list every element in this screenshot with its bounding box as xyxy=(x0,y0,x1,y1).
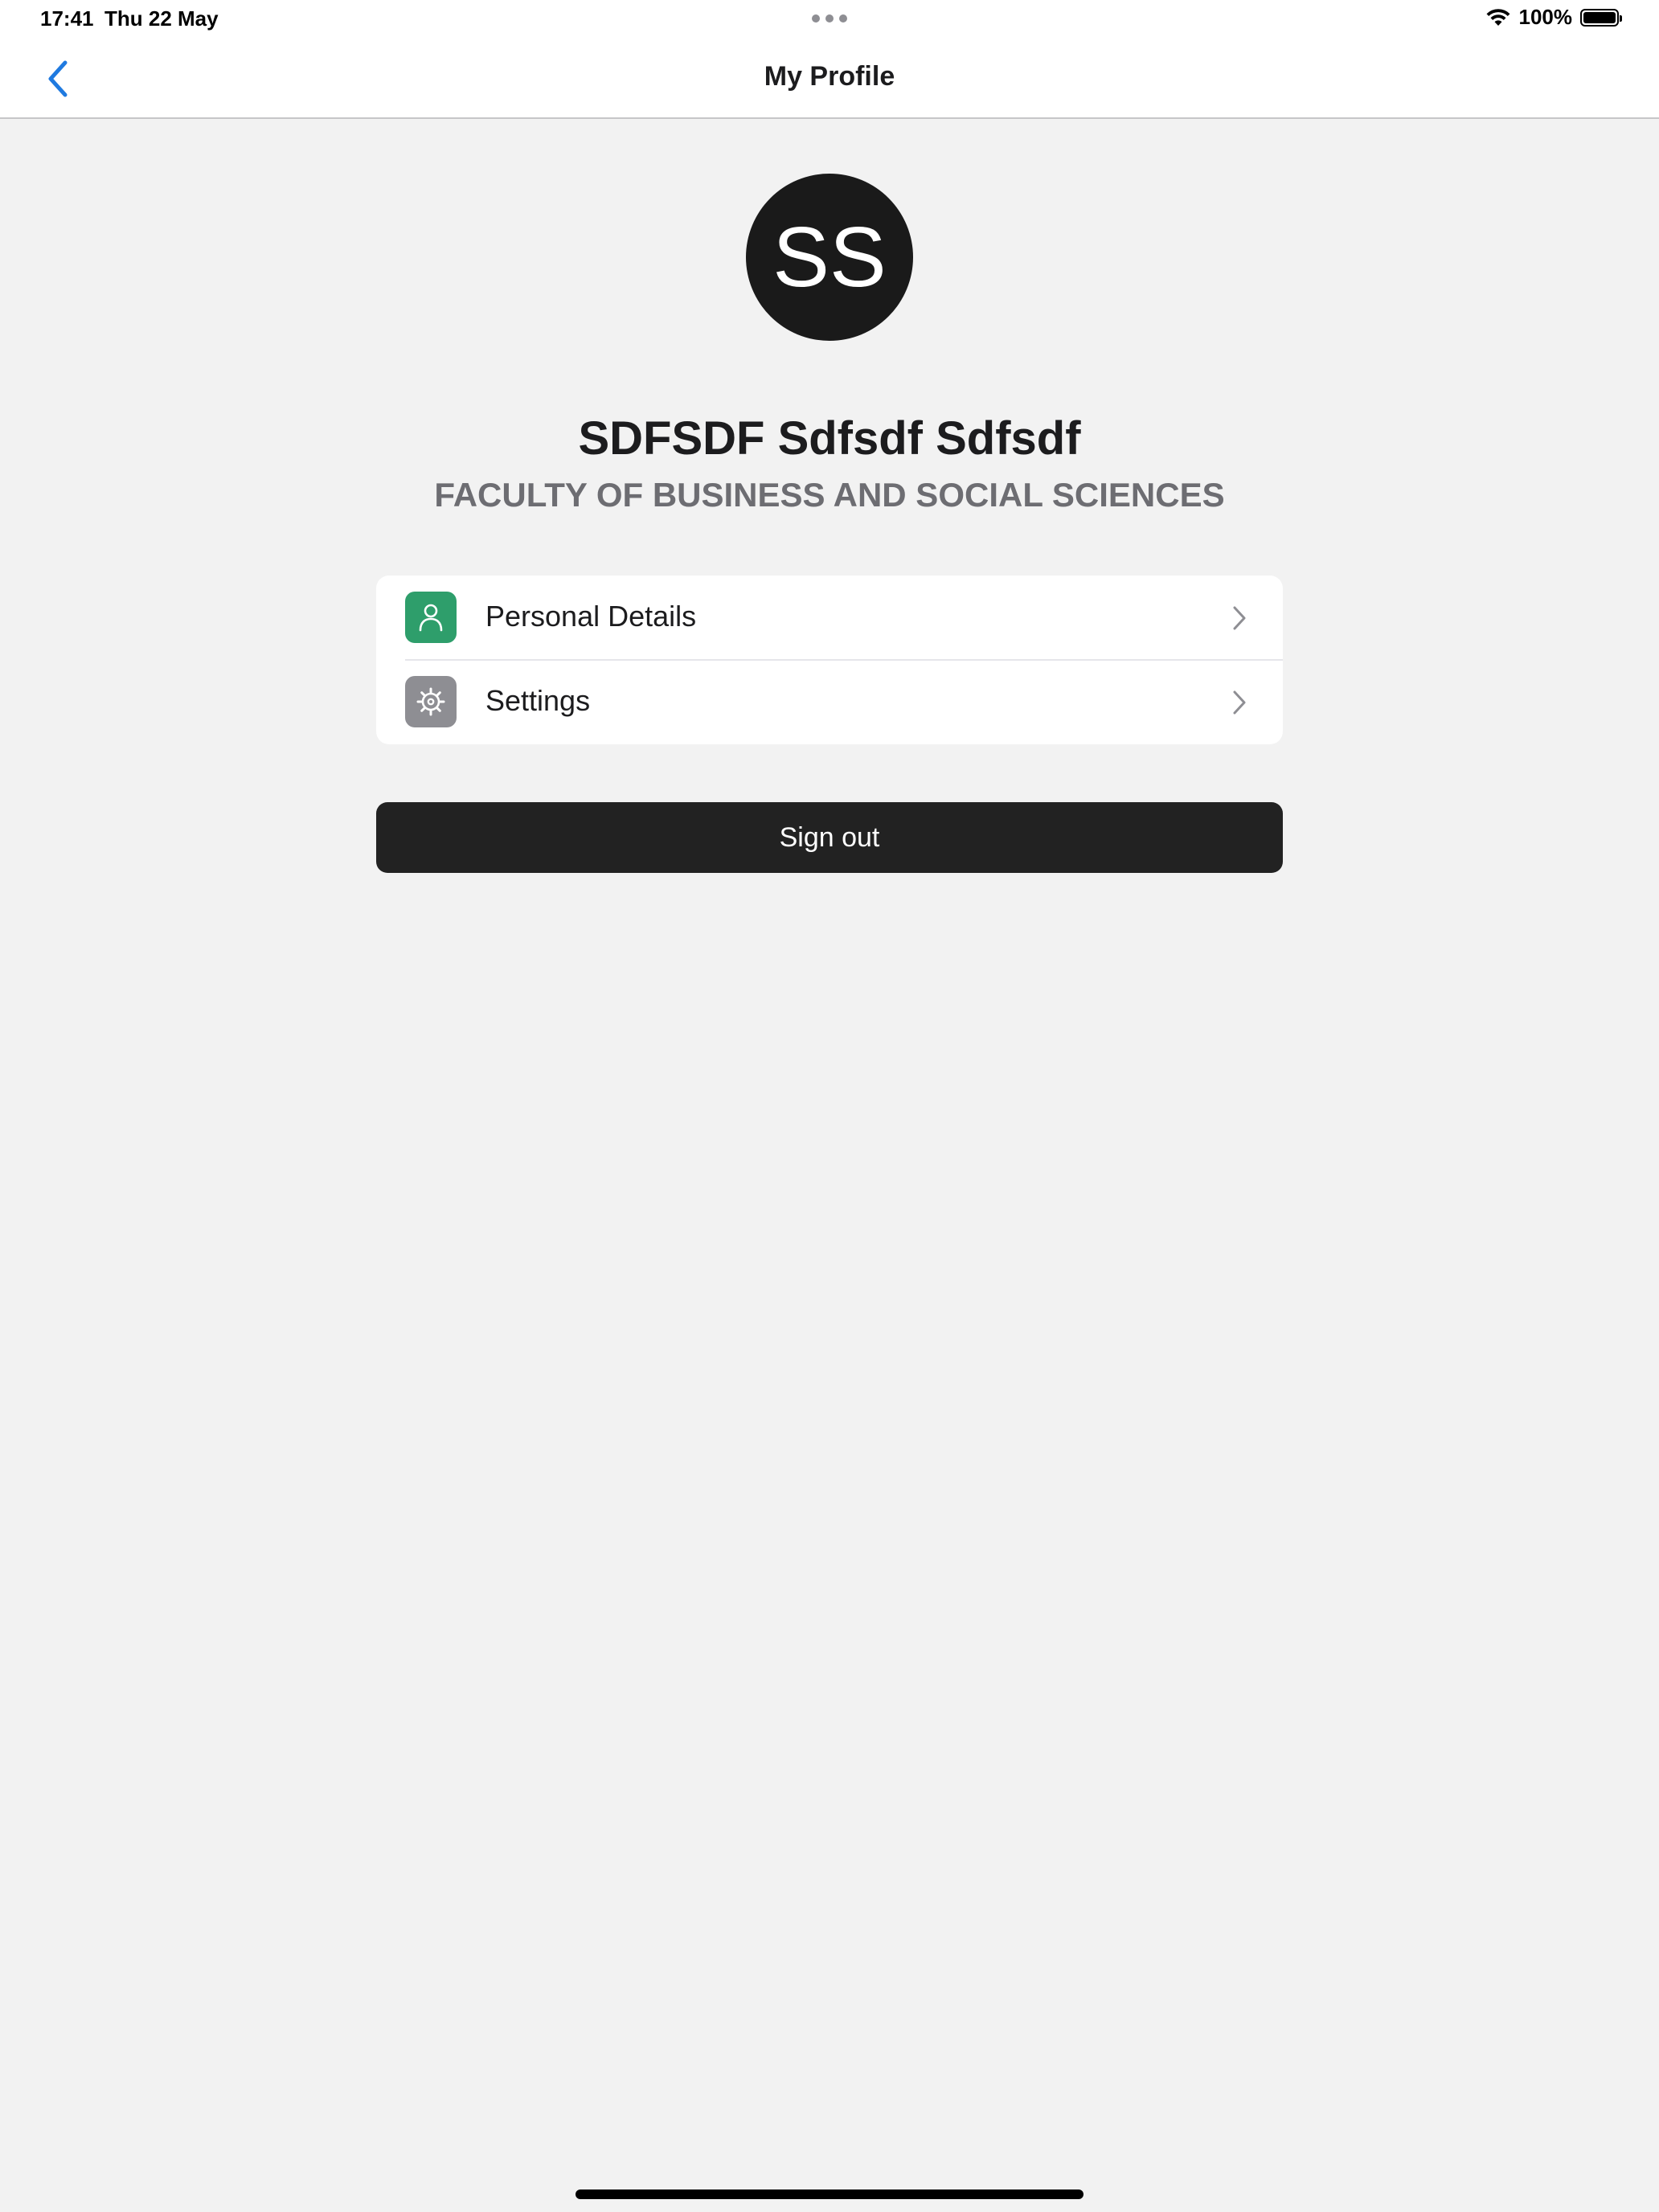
home-indicator[interactable] xyxy=(576,2189,1083,2199)
chevron-right-icon xyxy=(1233,690,1246,715)
status-indicators: 100% xyxy=(1485,5,1622,30)
chevron-right-icon xyxy=(1233,606,1246,630)
menu-item-personal-details[interactable]: Personal Details xyxy=(376,576,1283,661)
status-time: 17:41 xyxy=(40,6,94,31)
gear-icon xyxy=(405,676,457,727)
battery-icon xyxy=(1580,8,1622,27)
battery-percentage: 100% xyxy=(1518,5,1573,29)
menu-item-settings[interactable]: Settings xyxy=(376,660,1283,744)
menu-item-label: Personal Details xyxy=(485,600,697,633)
profile-faculty: FACULTY OF BUSINESS AND SOCIAL SCIENCES xyxy=(434,476,1225,514)
wifi-icon xyxy=(1486,8,1509,26)
sign-out-button[interactable]: Sign out xyxy=(376,802,1283,873)
profile-name: SDFSDF Sdfsdf Sdfsdf xyxy=(578,412,1081,465)
navigation-bar: My Profile xyxy=(0,39,1659,119)
person-icon xyxy=(405,592,457,643)
profile-menu: Personal Details Settings xyxy=(376,576,1283,744)
status-bar: 17:41 Thu 22 May 100% xyxy=(0,0,1659,39)
multitasking-dots-icon[interactable] xyxy=(812,14,847,23)
page-title: My Profile xyxy=(764,61,895,92)
menu-item-label: Settings xyxy=(485,684,591,717)
status-date: Thu 22 May xyxy=(104,6,219,31)
avatar: SS xyxy=(746,174,913,341)
